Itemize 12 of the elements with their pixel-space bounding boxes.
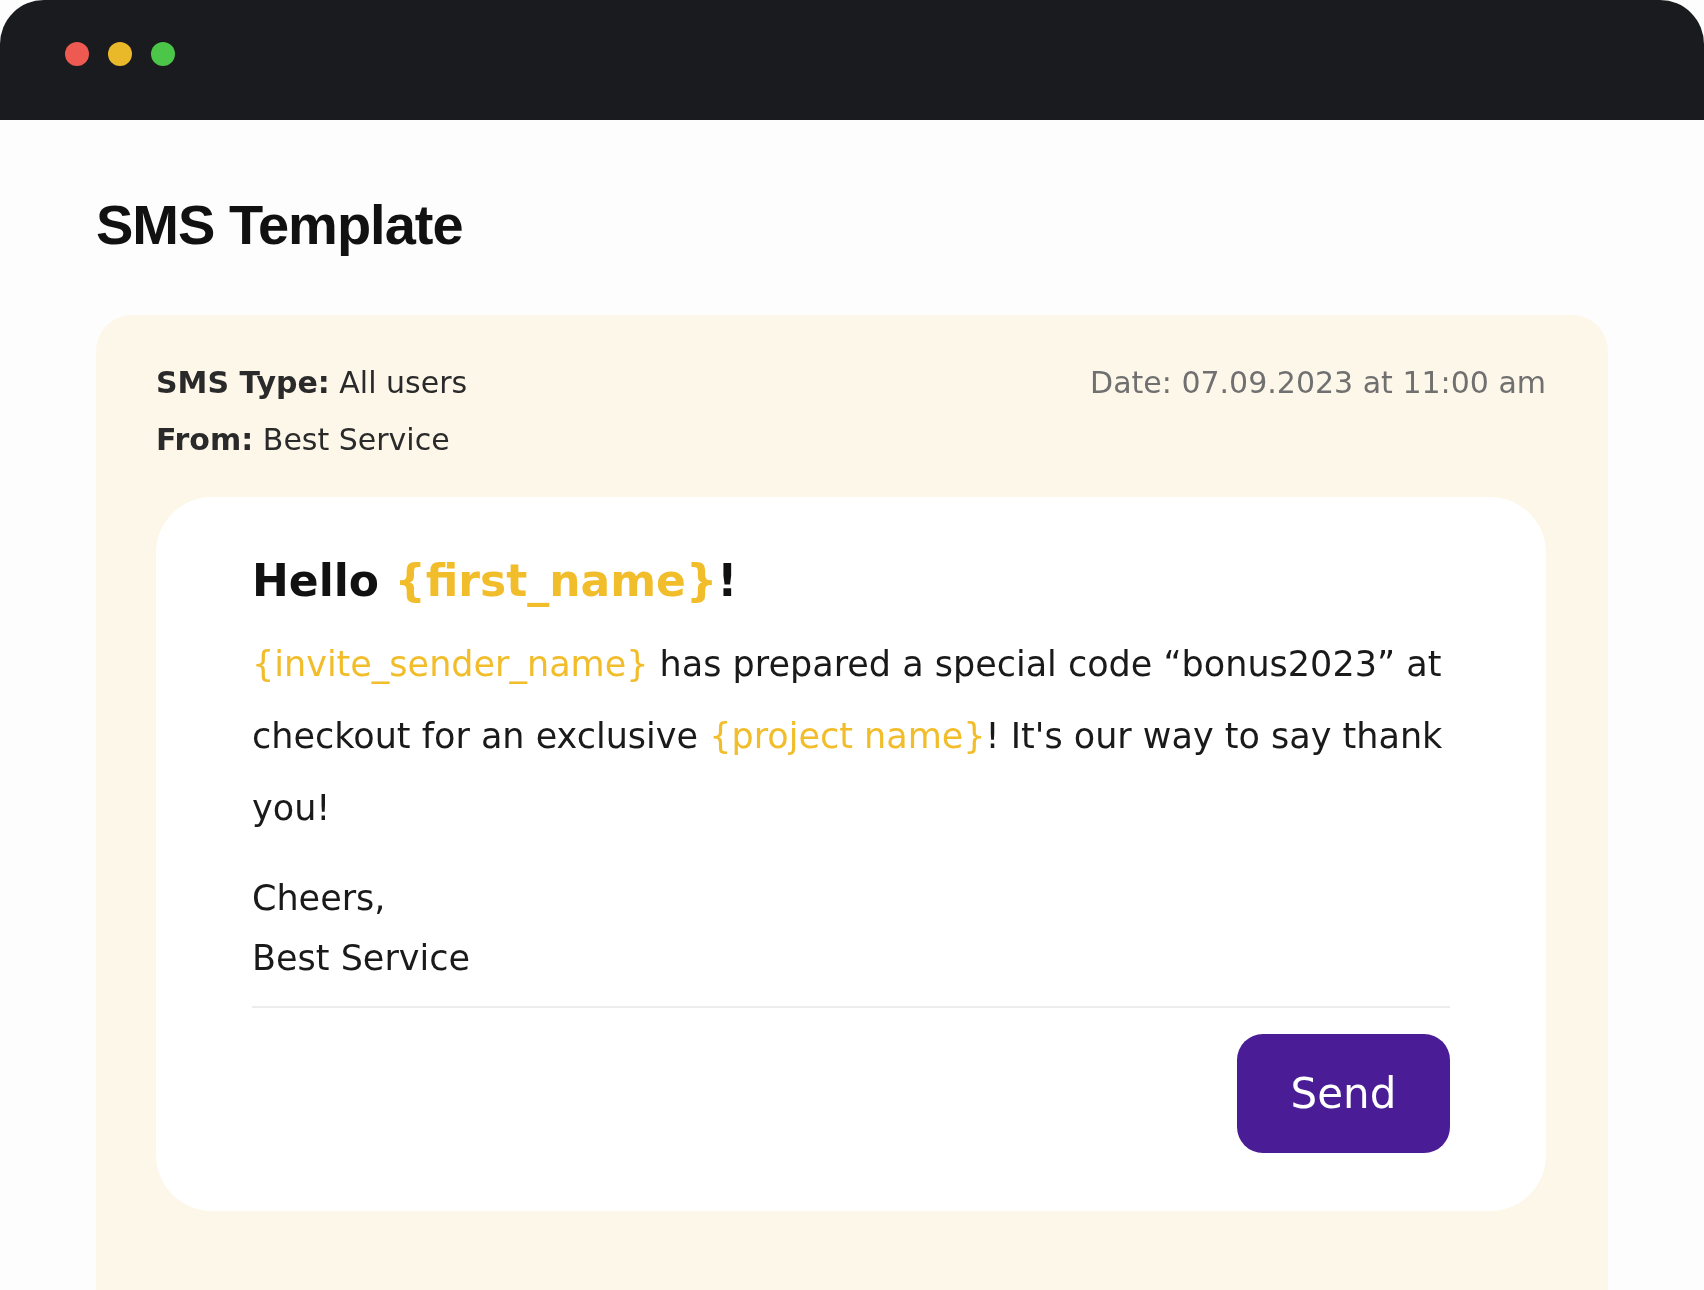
signature-text: Best Service [252, 937, 471, 980]
sender-text: From: Best Service [156, 422, 451, 457]
sms-type-text: SMS Type: All users [156, 365, 468, 400]
page-title: SMS Template [96, 192, 464, 257]
signoff-text: Cheers, [252, 877, 387, 920]
message-text: {invite_sender_name} has prepared a special code “bonus2023” at checkout for an exclusive {project name}! It's our way to say thank you! [252, 643, 1444, 830]
date-text: Date: 07.09.2023 at 11:00 am [1090, 365, 1546, 400]
minimize-icon[interactable] [108, 42, 132, 66]
close-icon[interactable] [65, 42, 89, 66]
maximize-icon[interactable] [151, 42, 175, 66]
send-button[interactable]: Send [1237, 1034, 1450, 1153]
greeting-text: Hello {first_name}! [252, 555, 739, 606]
